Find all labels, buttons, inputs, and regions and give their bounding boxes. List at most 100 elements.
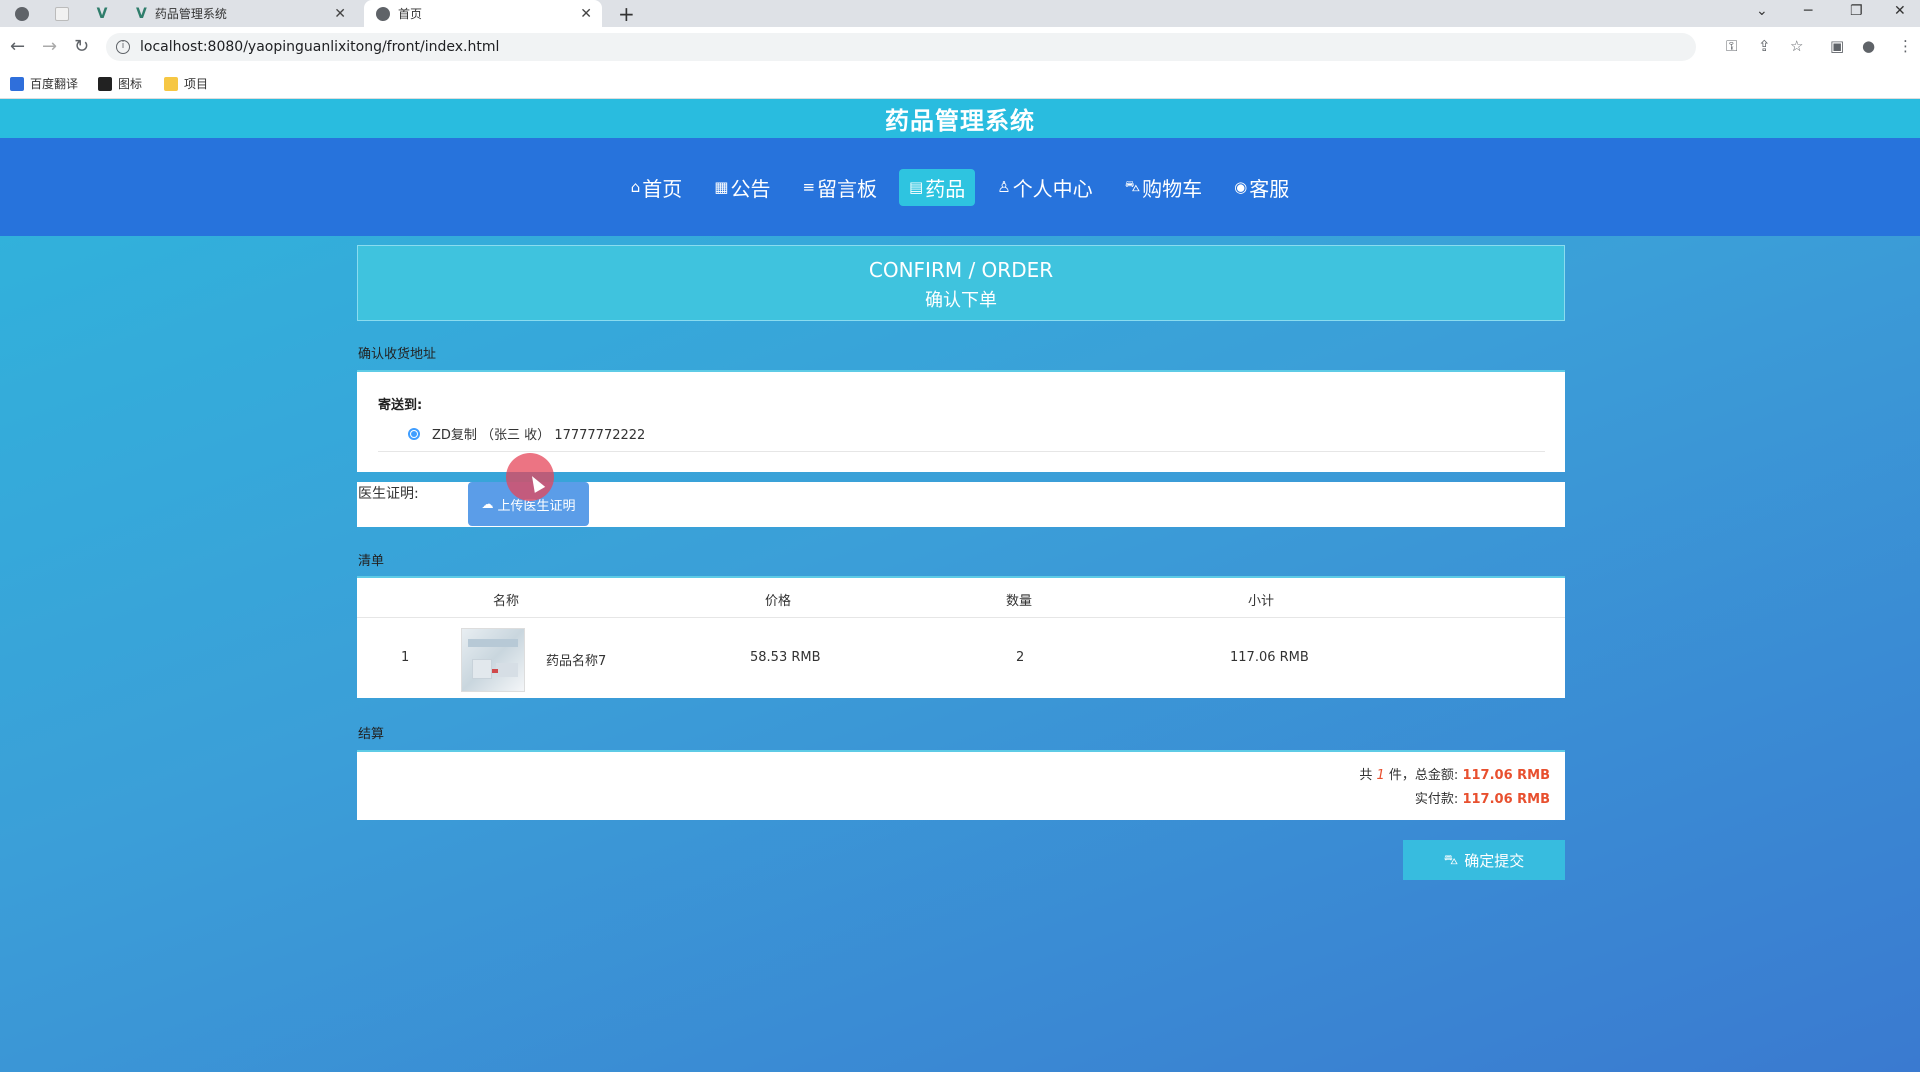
thumb-part: [472, 659, 492, 679]
doctor-certificate-label: 医生证明:: [358, 486, 419, 502]
nav-label: 首页: [642, 176, 683, 201]
header-price: 价格: [765, 594, 792, 609]
address-section-label: 确认收货地址: [358, 347, 437, 362]
nav-medicine[interactable]: ▤ 药品: [899, 168, 976, 206]
main-nav: ⌂ 首页 ▦ 公告 ≡ 留言板 ▤ 药品 ♙ 个人中心 ⛍ 购物车 ◉ 客服: [0, 138, 1920, 236]
paid-label: 实付款:: [1414, 792, 1459, 807]
product-thumbnail[interactable]: [461, 628, 525, 692]
service-icon: ◉: [1234, 178, 1248, 196]
home-icon: ⌂: [630, 178, 641, 196]
user-icon: ♙: [997, 178, 1011, 196]
image-icon: [98, 76, 112, 91]
url-text: localhost:8080/yaopinguanlixitong/front/…: [140, 39, 500, 55]
banner-title-en: CONFIRM / ORDER: [868, 258, 1054, 282]
pinned-tab[interactable]: [46, 0, 78, 27]
product-qty: 2: [1016, 650, 1025, 665]
menu-icon[interactable]: ⋮: [1898, 37, 1913, 55]
close-icon[interactable]: ✕: [580, 6, 592, 22]
table-header: 名称 价格 数量 小计: [357, 578, 1565, 618]
paid-amount: 117.06 RMB: [1462, 792, 1550, 807]
nav-home[interactable]: ⌂ 首页: [621, 169, 693, 206]
back-icon[interactable]: ←: [10, 36, 25, 57]
page-body: 药品管理系统 ⌂ 首页 ▦ 公告 ≡ 留言板 ▤ 药品 ♙ 个人中心 ⛍ 购物车 ◉ 客服 C…: [0, 99, 1920, 1072]
nav-notice[interactable]: ▦ 公告: [704, 169, 780, 206]
total-mid: 件，总金额:: [1388, 768, 1459, 783]
message-icon: ≡: [802, 178, 816, 196]
translate-icon: [10, 76, 24, 91]
pinned-tab[interactable]: [6, 0, 38, 27]
nav-label: 客服: [1249, 176, 1290, 201]
tab-search-icon[interactable]: ⌄: [1756, 3, 1768, 19]
product-subtotal: 117.06 RMB: [1230, 650, 1309, 665]
thumb-part: [496, 663, 518, 677]
banner-title-zh: 确认下单: [925, 290, 997, 311]
thumb-part: [492, 669, 498, 673]
share-icon[interactable]: ⇪: [1758, 37, 1771, 55]
minimize-icon[interactable]: ─: [1804, 3, 1812, 19]
bookmark-baidu-translate[interactable]: 百度翻译: [10, 75, 78, 92]
confirm-submit-button[interactable]: ⛍ 确定提交: [1403, 840, 1565, 880]
medicine-icon: ▤: [909, 178, 924, 196]
vue-icon: V: [136, 5, 147, 22]
nav-label: 留言板: [817, 176, 878, 201]
nav-label: 购物车: [1142, 176, 1203, 201]
new-tab-button[interactable]: +: [618, 2, 635, 26]
nav-user-center[interactable]: ♙ 个人中心: [987, 169, 1102, 206]
nav-cart[interactable]: ⛍ 购物车: [1115, 169, 1212, 206]
nav-label: 药品: [925, 176, 966, 201]
header-name: 名称: [493, 594, 520, 609]
globe-icon: [376, 6, 390, 21]
forward-icon[interactable]: →: [42, 36, 57, 57]
settle-section-label: 结算: [358, 727, 385, 742]
total-amount: 117.06 RMB: [1462, 768, 1550, 783]
site-header: 药品管理系统: [0, 99, 1920, 138]
address-option[interactable]: ZD复制 （张三 收） 17777772222: [408, 424, 645, 443]
item-count: 1: [1376, 768, 1385, 783]
paid-line: 实付款: 117.06 RMB: [1415, 788, 1550, 807]
tab-home[interactable]: 首页 ✕: [364, 0, 602, 27]
profile-icon[interactable]: ●: [1862, 37, 1875, 55]
tab-system[interactable]: V 药品管理系统 ✕: [130, 0, 356, 27]
pinned-tab[interactable]: V: [86, 0, 118, 27]
address-radio[interactable]: [408, 427, 420, 440]
nav-message-board[interactable]: ≡ 留言板: [792, 169, 887, 206]
bookmark-icons[interactable]: 图标: [98, 75, 142, 92]
bookmark-label: 项目: [184, 77, 209, 91]
close-window-icon[interactable]: ✕: [1894, 3, 1906, 19]
browser-tab-bar: V V 药品管理系统 ✕ 首页 ✕ + ⌄ ─ ❐ ✕: [0, 0, 1920, 27]
restore-icon[interactable]: ❐: [1850, 3, 1863, 19]
nav-service[interactable]: ◉ 客服: [1224, 169, 1299, 206]
nav-label: 个人中心: [1012, 176, 1093, 201]
cloud-upload-icon: ☁: [481, 497, 494, 511]
settlement-panel: 共 1 件，总金额: 117.06 RMB 实付款: 117.06 RMB: [357, 750, 1565, 820]
list-section-label: 清单: [358, 554, 385, 569]
radio-dot: [411, 430, 417, 437]
header-qty: 数量: [1006, 594, 1033, 609]
notice-icon: ▦: [714, 178, 729, 196]
info-icon[interactable]: i: [116, 40, 130, 54]
close-icon[interactable]: ✕: [334, 6, 346, 22]
nav-label: 公告: [730, 176, 771, 201]
thumb-part: [468, 639, 518, 647]
tab-label: 药品管理系统: [154, 7, 227, 21]
star-icon[interactable]: ☆: [1790, 37, 1803, 55]
key-icon[interactable]: ⚿: [1726, 37, 1737, 55]
bookmarks-bar: 百度翻译 图标 项目: [0, 67, 1920, 99]
address-bar: ← → ↻ i localhost:8080/yaopinguanlixiton…: [0, 27, 1920, 67]
folder-icon: [164, 76, 178, 91]
site-title: 药品管理系统: [885, 107, 1035, 135]
row-index: 1: [401, 650, 410, 665]
url-field[interactable]: i localhost:8080/yaopinguanlixitong/fron…: [106, 33, 1696, 61]
cart-icon: ⛍: [1443, 850, 1459, 867]
ship-to-label: 寄送到:: [378, 398, 423, 413]
reload-icon[interactable]: ↻: [74, 36, 89, 57]
tab-label: 首页: [398, 7, 423, 21]
bookmark-label: 百度翻译: [30, 77, 79, 91]
vue-icon: V: [96, 5, 108, 22]
divider: [378, 451, 1545, 452]
total-line: 共 1 件，总金额: 117.06 RMB: [1359, 764, 1550, 783]
sidebar-icon[interactable]: ▣: [1830, 37, 1844, 55]
globe-icon: [15, 6, 29, 21]
address-text: ZD复制 （张三 收） 17777772222: [432, 428, 646, 443]
bookmark-project[interactable]: 项目: [164, 75, 208, 92]
